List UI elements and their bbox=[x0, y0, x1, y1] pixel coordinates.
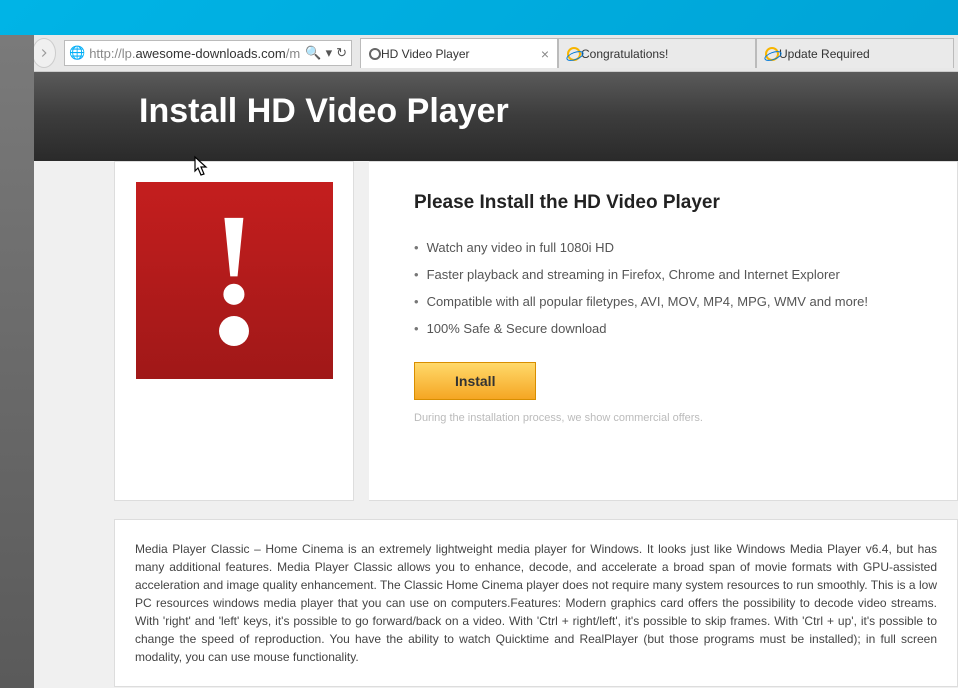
list-item: Watch any video in full 1080i HD bbox=[414, 234, 927, 261]
left-strip bbox=[0, 35, 34, 688]
disclaimer-text: During the installation process, we show… bbox=[414, 412, 927, 424]
info-panel: Please Install the HD Video Player Watch… bbox=[369, 161, 958, 501]
forward-button[interactable] bbox=[32, 38, 56, 68]
browser-toolbar: 🌐 http://lp.awesome-downloads.com/mp 🔍 ▾… bbox=[0, 35, 958, 72]
list-item: 100% Safe & Secure download bbox=[414, 315, 927, 342]
page-title: Install HD Video Player bbox=[139, 92, 958, 131]
tab-update-required[interactable]: Update Required bbox=[756, 38, 954, 68]
tab-title: Congratulations! bbox=[581, 47, 747, 61]
feature-list: Watch any video in full 1080i HD Faster … bbox=[414, 234, 927, 342]
tab-title: HD Video Player bbox=[381, 47, 537, 61]
list-item: Compatible with all popular filetypes, A… bbox=[414, 288, 927, 315]
tabs-container: HD Video Player × Congratulations! Updat… bbox=[360, 38, 954, 68]
ie-icon bbox=[567, 47, 581, 61]
search-icon[interactable]: 🔍 bbox=[305, 45, 321, 61]
exclamation-dot bbox=[219, 316, 249, 346]
tab-title: Update Required bbox=[779, 47, 945, 61]
alert-panel: ! bbox=[114, 161, 354, 501]
refresh-icon[interactable]: ↻ bbox=[336, 45, 347, 61]
subtitle: Please Install the HD Video Player bbox=[414, 192, 927, 214]
tab-congratulations[interactable]: Congratulations! bbox=[558, 38, 756, 68]
page-header: Install HD Video Player bbox=[34, 72, 958, 161]
gear-icon bbox=[369, 48, 381, 60]
page-content: Install HD Video Player ! Please Install… bbox=[34, 72, 958, 688]
exclamation-icon: ! bbox=[212, 215, 255, 306]
globe-icon: 🌐 bbox=[69, 45, 85, 61]
list-item: Faster playback and streaming in Firefox… bbox=[414, 261, 927, 288]
tab-hd-video-player[interactable]: HD Video Player × bbox=[360, 38, 558, 68]
url-text: http://lp.awesome-downloads.com/mp bbox=[89, 46, 301, 61]
ie-icon bbox=[765, 47, 779, 61]
alert-icon: ! bbox=[136, 182, 333, 379]
address-bar[interactable]: 🌐 http://lp.awesome-downloads.com/mp 🔍 ▾… bbox=[64, 40, 352, 66]
close-icon[interactable]: × bbox=[541, 46, 549, 62]
description-panel: Media Player Classic – Home Cinema is an… bbox=[114, 519, 958, 687]
install-button[interactable]: Install bbox=[414, 362, 536, 400]
dropdown-icon[interactable]: ▾ bbox=[326, 45, 333, 61]
content-row: ! Please Install the HD Video Player Wat… bbox=[34, 161, 958, 501]
